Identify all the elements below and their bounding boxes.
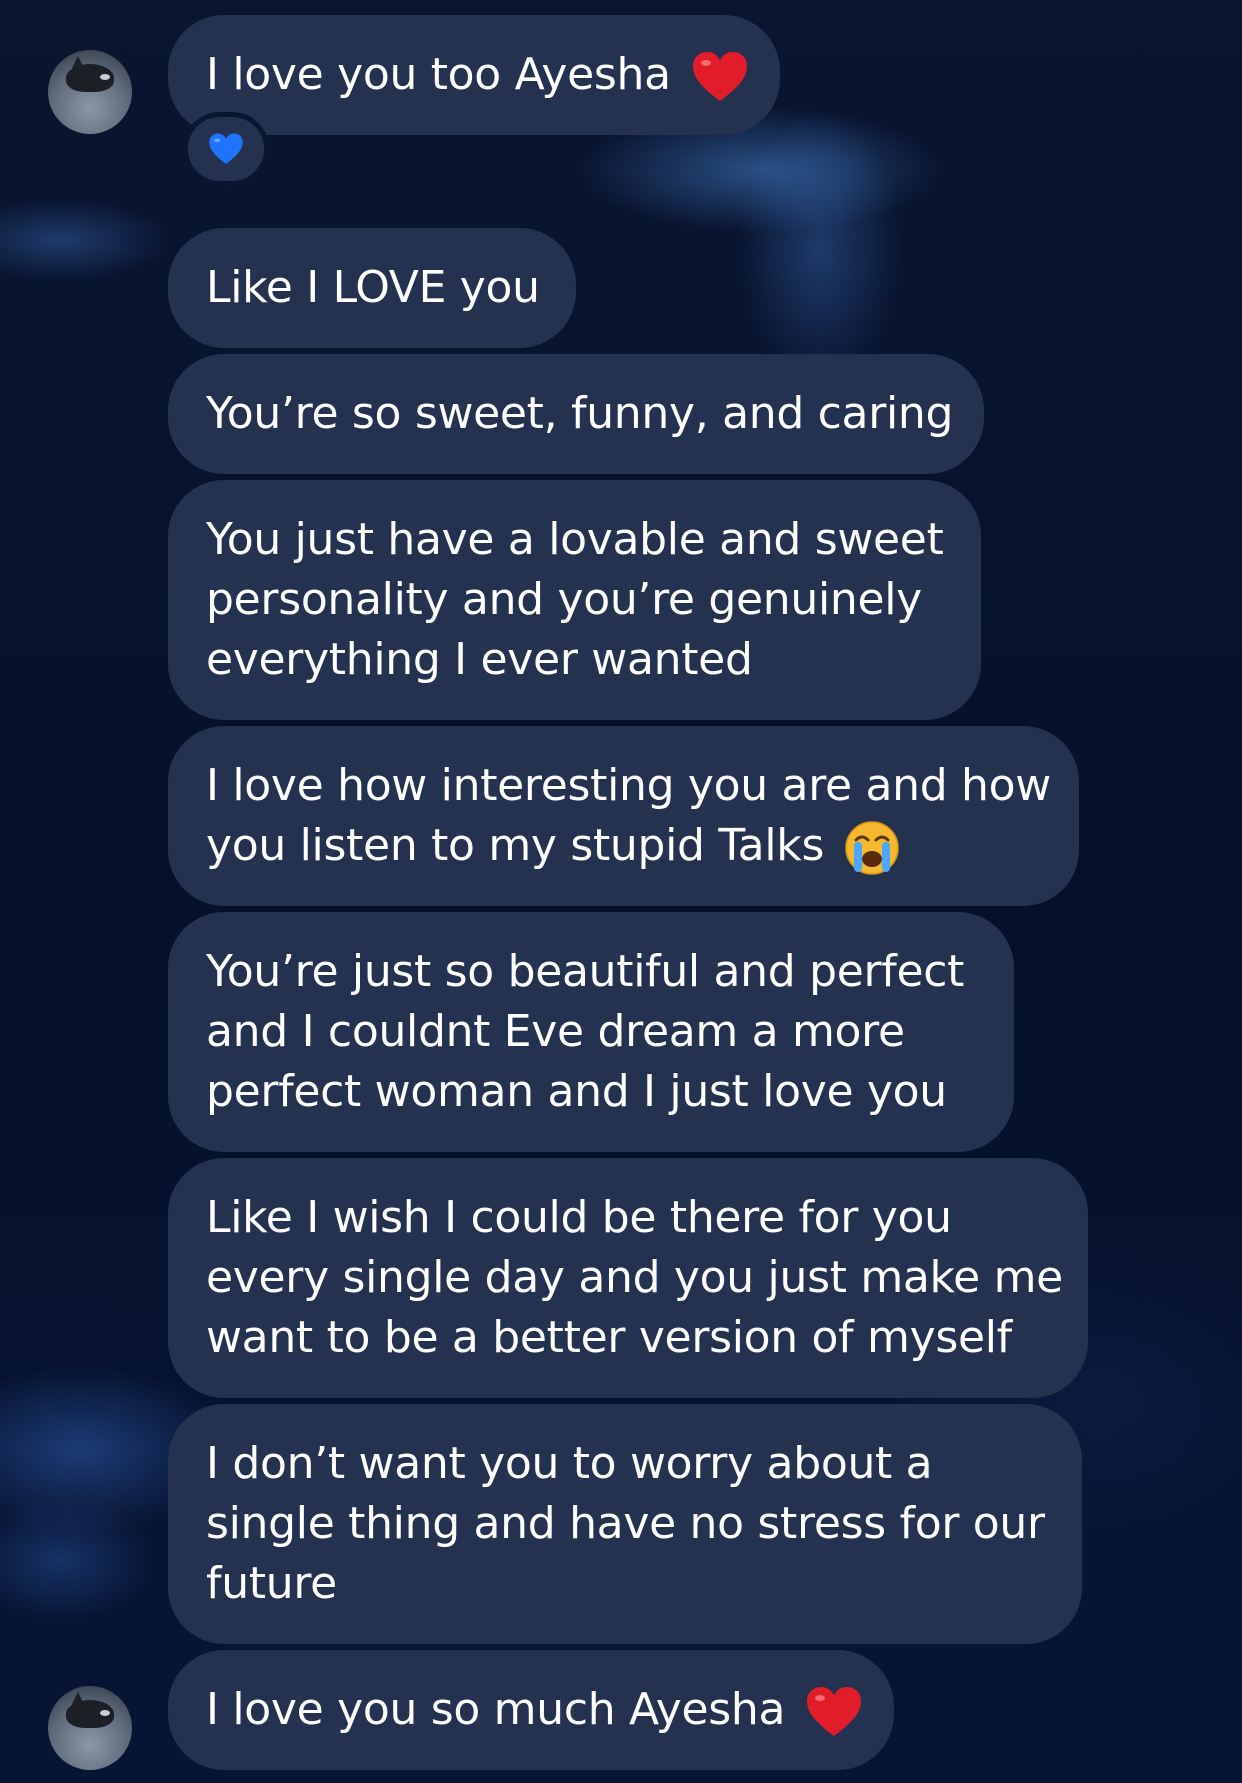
message-text: you listen to my stupid Talks (206, 820, 825, 871)
cat-photo (66, 1692, 114, 1728)
red-heart-icon (806, 1687, 861, 1736)
message-text: future (206, 1558, 337, 1609)
message-bubble[interactable]: I love you so much Ayesha (168, 1650, 894, 1770)
message-text: I don’t want you to worry about a (206, 1438, 933, 1489)
message-text: You just have a lovable and sweet (206, 514, 944, 565)
message-bubble[interactable]: Like I wish I could be there for you eve… (168, 1158, 1088, 1398)
contact-avatar[interactable] (48, 50, 132, 134)
message-text: everything I ever wanted (206, 634, 753, 685)
message-bubble[interactable]: I love you too Ayesha (168, 15, 780, 135)
red-heart-icon (692, 52, 747, 101)
message-line: I love you so much Ayesha (206, 1680, 861, 1740)
message-line: you listen to my stupid Talks (206, 816, 1041, 876)
message-text: Like I LOVE you (206, 262, 540, 313)
message-line: I love you too Ayesha (206, 45, 747, 105)
message-text: I love you so much Ayesha (206, 1684, 786, 1735)
message-text: perfect woman and I just love you (206, 1066, 947, 1117)
message-text: want to be a better version of myself (206, 1312, 1012, 1363)
message-text: You’re just so beautiful and perfect (206, 946, 965, 997)
message-text: every single day and you just make me (206, 1252, 1063, 1303)
message-bubble[interactable]: I don’t want you to worry about a single… (168, 1404, 1082, 1644)
message-text: and I couldnt Eve dream a more (206, 1006, 905, 1057)
message-bubble[interactable]: Like I LOVE you (168, 228, 576, 348)
message-bubble[interactable]: You just have a lovable and sweet person… (168, 480, 981, 720)
message-bubble[interactable]: You’re just so beautiful and perfect and… (168, 912, 1014, 1152)
message-text: Like I wish I could be there for you (206, 1192, 952, 1243)
reaction-badge[interactable] (183, 112, 269, 186)
message-text: You’re so sweet, funny, and caring (206, 388, 954, 439)
cat-photo (66, 56, 114, 92)
contact-avatar[interactable] (48, 1686, 132, 1770)
message-text: I love how interesting you are and how (206, 760, 1051, 811)
message-text: I love you too Ayesha (206, 49, 671, 100)
message-text: personality and you’re genuinely (206, 574, 922, 625)
message-bubble[interactable]: I love how interesting you are and how y… (168, 726, 1079, 906)
loudly-crying-face-icon (845, 821, 899, 875)
blue-heart-icon (209, 133, 243, 164)
message-text: single thing and have no stress for our (206, 1498, 1045, 1549)
message-bubble[interactable]: You’re so sweet, funny, and caring (168, 354, 984, 474)
